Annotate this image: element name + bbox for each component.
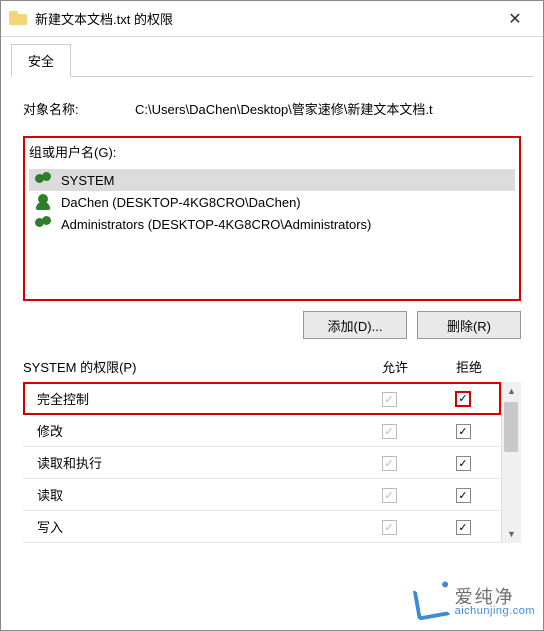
object-name-value: C:\Users\DaChen\Desktop\管家速修\新建文本文档.t xyxy=(135,99,521,118)
watermark-cn: 爱纯净 xyxy=(455,588,535,606)
perm-name: 读取 xyxy=(29,485,347,504)
user-buttons-row: 添加(D)... 删除(R) xyxy=(23,311,521,339)
user-item-dachen[interactable]: DaChen (DESKTOP-4KG8CRO\DaChen) xyxy=(29,191,515,213)
deny-checkbox[interactable] xyxy=(456,488,471,503)
user-icon xyxy=(35,194,53,210)
folder-icon xyxy=(9,11,27,27)
tab-strip: 安全 xyxy=(1,37,543,76)
scroll-thumb[interactable] xyxy=(504,402,518,452)
deny-checkbox[interactable] xyxy=(456,520,471,535)
user-item-administrators[interactable]: Administrators (DESKTOP-4KG8CRO\Administ… xyxy=(29,213,515,235)
dialog-content: 对象名称: C:\Users\DaChen\Desktop\管家速修\新建文本文… xyxy=(1,77,543,553)
deny-checkbox[interactable] xyxy=(456,456,471,471)
watermark-logo-icon xyxy=(412,583,451,620)
perm-row-read: 读取 xyxy=(23,479,501,511)
allow-checkbox[interactable] xyxy=(382,488,397,503)
close-button[interactable]: ✕ xyxy=(495,4,535,34)
permissions-dialog: 新建文本文档.txt 的权限 ✕ 安全 对象名称: C:\Users\DaChe… xyxy=(0,0,544,631)
perm-row-write: 写入 xyxy=(23,511,501,543)
users-group-icon xyxy=(35,172,53,188)
perm-row-read-execute: 读取和执行 xyxy=(23,447,501,479)
window-title: 新建文本文档.txt 的权限 xyxy=(35,9,495,28)
watermark: 爱纯净 aichunjing.com xyxy=(415,586,535,618)
allow-checkbox[interactable] xyxy=(382,392,397,407)
perm-row-modify: 修改 xyxy=(23,415,501,447)
allow-column-header: 允许 xyxy=(353,357,437,376)
group-or-users-box: 组或用户名(G): SYSTEM DaChen (DESKTOP-4KG8CRO… xyxy=(23,136,521,301)
scroll-down-icon[interactable]: ▼ xyxy=(502,525,521,543)
perm-name: 修改 xyxy=(29,421,347,440)
user-list[interactable]: SYSTEM DaChen (DESKTOP-4KG8CRO\DaChen) A… xyxy=(25,167,519,295)
object-name-label: 对象名称: xyxy=(23,99,135,118)
permissions-for-label: SYSTEM 的权限(P) xyxy=(23,357,353,376)
watermark-en: aichunjing.com xyxy=(455,606,535,617)
group-or-users-label: 组或用户名(G): xyxy=(25,142,519,167)
titlebar: 新建文本文档.txt 的权限 ✕ xyxy=(1,1,543,37)
user-item-system[interactable]: SYSTEM xyxy=(29,169,515,191)
perm-name: 完全控制 xyxy=(29,389,347,408)
allow-checkbox[interactable] xyxy=(382,456,397,471)
deny-checkbox[interactable] xyxy=(456,424,471,439)
user-item-label: SYSTEM xyxy=(61,173,114,188)
watermark-text: 爱纯净 aichunjing.com xyxy=(455,588,535,617)
deny-column-header: 拒绝 xyxy=(437,357,501,376)
permissions-table: 完全控制 修改 读取和执行 读取 xyxy=(23,382,521,543)
perm-name: 写入 xyxy=(29,517,347,536)
object-name-row: 对象名称: C:\Users\DaChen\Desktop\管家速修\新建文本文… xyxy=(23,99,521,118)
user-item-label: DaChen (DESKTOP-4KG8CRO\DaChen) xyxy=(61,195,301,210)
allow-checkbox[interactable] xyxy=(382,424,397,439)
scroll-up-icon[interactable]: ▲ xyxy=(502,382,521,400)
user-item-label: Administrators (DESKTOP-4KG8CRO\Administ… xyxy=(61,217,371,232)
permissions-rows: 完全控制 修改 读取和执行 读取 xyxy=(23,382,501,543)
tab-security[interactable]: 安全 xyxy=(11,44,71,77)
perm-name: 读取和执行 xyxy=(29,453,347,472)
allow-checkbox[interactable] xyxy=(382,520,397,535)
remove-button[interactable]: 删除(R) xyxy=(417,311,521,339)
perm-row-full-control: 完全控制 xyxy=(23,382,501,415)
users-group-icon xyxy=(35,216,53,232)
add-button[interactable]: 添加(D)... xyxy=(303,311,407,339)
deny-checkbox[interactable] xyxy=(455,391,471,407)
permissions-scrollbar[interactable]: ▲ ▼ xyxy=(501,382,521,543)
permissions-header: SYSTEM 的权限(P) 允许 拒绝 xyxy=(23,357,521,376)
